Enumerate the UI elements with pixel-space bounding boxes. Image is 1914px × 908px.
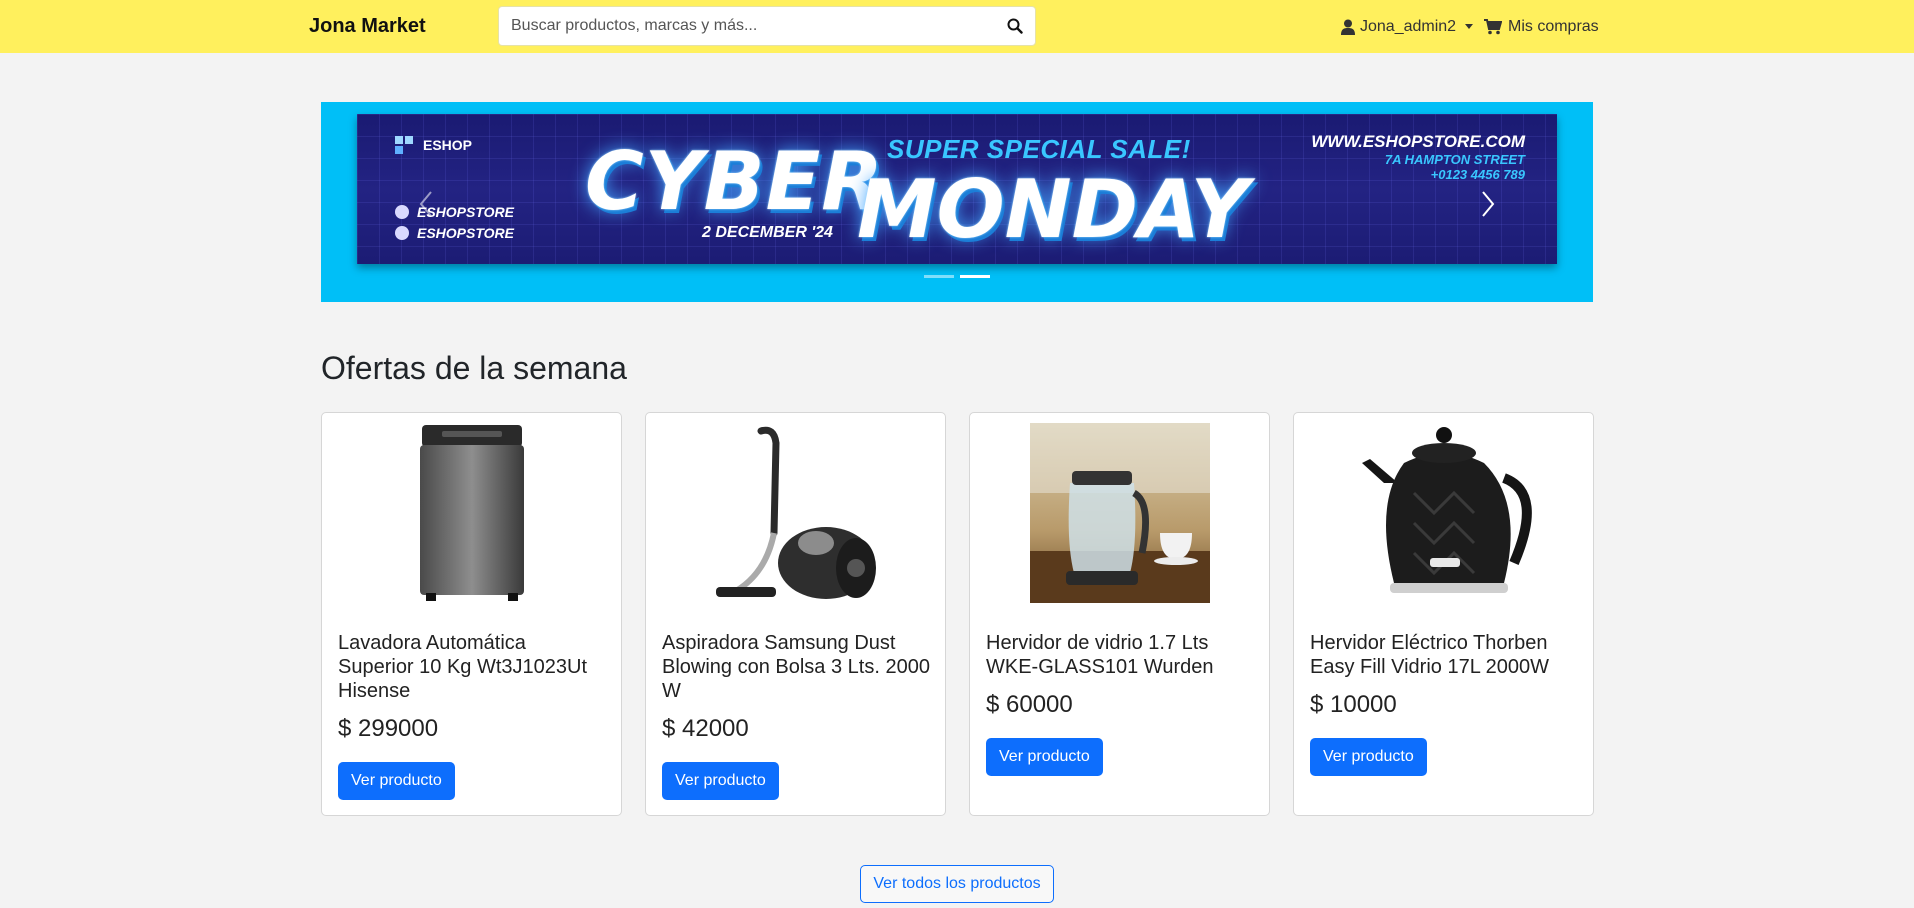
cart-icon (1484, 18, 1502, 34)
product-card: Hervidor de vidrio 1.7 Lts WKE-GLASS101 … (969, 412, 1270, 816)
product-price: $ 60000 (986, 691, 1073, 718)
banner-website: WWW.ESHOPSTORE.COM (1311, 132, 1525, 151)
banner-monday-text: MONDAY (857, 163, 1249, 256)
product-image-black-kettle[interactable] (1354, 423, 1534, 603)
eshop-logo: ESHOP (395, 136, 472, 154)
search-bar (498, 6, 1036, 46)
user-name: Jona_admin2 (1360, 17, 1457, 35)
banner-address: 7A HAMPTON STREET (1384, 152, 1525, 167)
product-price: $ 42000 (662, 715, 749, 742)
search-icon (1007, 18, 1023, 34)
view-all-products-button[interactable]: Ver todos los productos (860, 865, 1054, 903)
product-name[interactable]: Aspiradora Samsung Dust Blowing con Bols… (662, 631, 931, 703)
carousel-indicators (321, 275, 1593, 278)
chevron-right-icon (1482, 191, 1495, 217)
search-button[interactable] (995, 7, 1035, 45)
product-name[interactable]: Lavadora Automática Superior 10 Kg Wt3J1… (338, 631, 607, 703)
product-card: Lavadora Automática Superior 10 Kg Wt3J1… (321, 412, 622, 816)
eshop-logo-icon (395, 136, 417, 154)
chevron-down-icon (1465, 24, 1474, 29)
view-product-button[interactable]: Ver producto (986, 738, 1103, 776)
carousel-indicator-1[interactable] (924, 275, 954, 278)
cyber-monday-banner[interactable]: ESHOP ESHOPSTORE ESHOPSTORE CYBER 2 DECE… (357, 114, 1557, 264)
banner-date: 2 DECEMBER '24 (702, 224, 833, 241)
product-card: Aspiradora Samsung Dust Blowing con Bols… (645, 412, 946, 816)
search-input[interactable] (499, 7, 995, 45)
product-name[interactable]: Hervidor de vidrio 1.7 Lts WKE-GLASS101 … (986, 631, 1255, 679)
user-icon (1341, 19, 1355, 35)
product-card: Hervidor Eléctrico Thorben Easy Fill Vid… (1293, 412, 1594, 816)
view-product-button[interactable]: Ver producto (1310, 738, 1427, 776)
banner-super-sale: SUPER SPECIAL SALE! (887, 134, 1191, 164)
facebook-icon (395, 205, 409, 219)
product-name[interactable]: Hervidor Eléctrico Thorben Easy Fill Vid… (1310, 631, 1579, 679)
instagram-icon (395, 226, 409, 240)
product-price: $ 10000 (1310, 691, 1397, 718)
banner-contact-info: WWW.ESHOPSTORE.COM 7A HAMPTON STREET +01… (1311, 132, 1525, 182)
instagram-handle-text: ESHOPSTORE (417, 225, 514, 241)
brand-logo[interactable]: Jona Market (309, 0, 426, 53)
product-price: $ 299000 (338, 715, 439, 742)
product-image-glass-kettle[interactable] (1029, 423, 1210, 603)
user-menu-dropdown[interactable]: Jona_admin2 (1341, 0, 1474, 53)
product-image-washing-machine[interactable] (382, 423, 562, 603)
view-product-button[interactable]: Ver producto (662, 762, 779, 800)
offers-section-title: Ofertas de la semana (321, 350, 627, 386)
my-purchases-label: Mis compras (1508, 17, 1599, 35)
chevron-left-icon (419, 191, 432, 217)
top-navbar: Jona Market Jona_admin2 Mis compras (0, 0, 1914, 53)
banner-phone: +0123 4456 789 (1430, 167, 1525, 182)
carousel-next-button[interactable] (1473, 184, 1503, 224)
banner-cyber-text: CYBER (585, 135, 884, 228)
my-purchases-link[interactable]: Mis compras (1484, 0, 1599, 53)
eshop-logo-text: ESHOP (423, 137, 473, 153)
carousel-indicator-2[interactable] (960, 275, 990, 278)
carousel-prev-button[interactable] (411, 184, 441, 224)
product-image-vacuum[interactable] (706, 423, 886, 603)
instagram-handle: ESHOPSTORE (395, 225, 514, 241)
promo-carousel: ESHOP ESHOPSTORE ESHOPSTORE CYBER 2 DECE… (321, 102, 1593, 302)
view-product-button[interactable]: Ver producto (338, 762, 455, 800)
